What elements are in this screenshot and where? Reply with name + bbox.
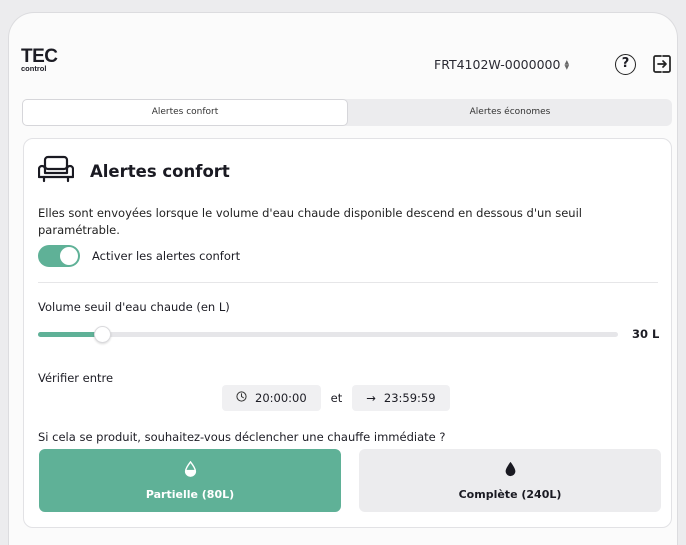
end-time: 23:59:59 (383, 391, 436, 405)
card-description: Elles sont envoyées lorsque le volume d'… (38, 206, 582, 237)
end-time-picker[interactable]: → 23:59:59 (352, 385, 450, 411)
start-time-picker[interactable]: 20:00:00 (222, 385, 321, 411)
arrow-right-icon: → (366, 391, 376, 405)
drop-icon (504, 461, 517, 480)
start-time: 20:00:00 (255, 391, 307, 405)
logo-main: TEC (21, 46, 58, 67)
device-id: FRT4102W-0000000 (434, 57, 561, 72)
tab-alertes-economes[interactable]: Alertes économes (348, 99, 672, 126)
threshold-label: Volume seuil d'eau chaude (en L) (38, 300, 230, 314)
confort-alerts-card: Alertes confort Elles sont envoyées lors… (23, 138, 672, 528)
schedule-label: Vérifier entre (38, 371, 114, 385)
threshold-value: 30 L (632, 327, 660, 341)
partial-heating-button[interactable]: Partielle (80L) (39, 449, 341, 512)
device-selector[interactable]: FRT4102W-0000000 ▲ ▼ (434, 57, 569, 72)
complete-label: Complète (240L) (458, 487, 562, 501)
logout-icon[interactable] (652, 54, 672, 78)
help-icon[interactable]: ? (615, 54, 636, 75)
card-title: Alertes confort (90, 161, 230, 181)
divider (38, 282, 658, 283)
toggle-label: Activer les alertes confort (92, 249, 241, 263)
slider-thumb[interactable] (93, 326, 111, 343)
clock-icon (236, 391, 247, 405)
complete-heating-button[interactable]: Complète (240L) (359, 449, 661, 512)
slider-fill (38, 332, 102, 337)
half-drop-icon (184, 460, 197, 480)
card-header: Alertes confort (37, 155, 230, 187)
alerts-toggle[interactable] (38, 245, 80, 267)
schedule-row: 20:00:00 et → 23:59:59 (222, 385, 450, 411)
time-separator: et (330, 391, 343, 405)
armchair-icon (37, 155, 75, 187)
alert-tabs: Alertes confort Alertes économes (22, 99, 672, 126)
toggle-row: Activer les alertes confort (38, 245, 240, 267)
toggle-knob (60, 247, 78, 265)
partial-label: Partielle (80L) (145, 487, 235, 501)
tec-control-logo: TEC control (21, 46, 58, 73)
tab-alertes-confort[interactable]: Alertes confort (22, 99, 348, 126)
heating-question: Si cela se produit, souhaitez-vous décle… (38, 430, 446, 444)
threshold-slider[interactable] (38, 326, 618, 343)
chevron-updown-icon: ▲ ▼ (564, 58, 570, 71)
